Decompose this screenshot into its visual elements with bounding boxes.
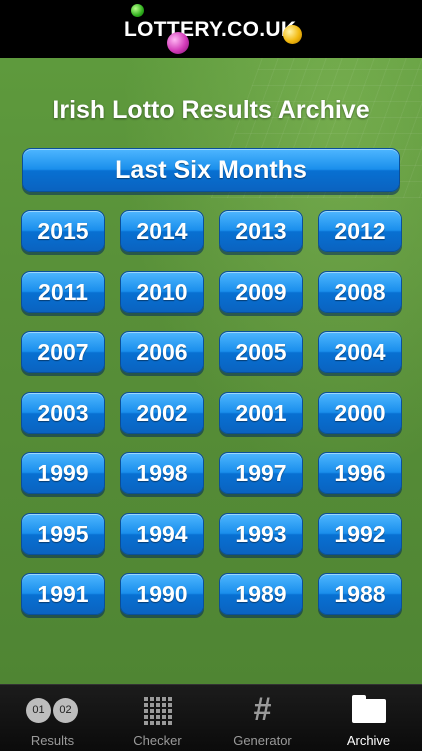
tab-bar: 01 02 Results Checker # Generator Archiv… bbox=[0, 684, 422, 751]
year-button-2006[interactable]: 2006 bbox=[120, 331, 204, 373]
year-button-2011[interactable]: 2011 bbox=[21, 271, 105, 313]
number-ball-icon: 02 bbox=[53, 698, 78, 723]
tab-generator-label: Generator bbox=[233, 733, 292, 748]
archive-screen: Irish Lotto Results Archive Last Six Mon… bbox=[0, 58, 422, 684]
tab-archive-label: Archive bbox=[346, 733, 391, 748]
tab-results-label: Results bbox=[30, 733, 75, 748]
hash-icon: # bbox=[253, 691, 272, 727]
year-button-2007[interactable]: 2007 bbox=[21, 331, 105, 373]
year-button-1999[interactable]: 1999 bbox=[21, 452, 105, 494]
year-button-1993[interactable]: 1993 bbox=[219, 513, 303, 555]
year-button-2009[interactable]: 2009 bbox=[219, 271, 303, 313]
last-six-months-button[interactable]: Last Six Months bbox=[22, 148, 400, 192]
year-button-2014[interactable]: 2014 bbox=[120, 210, 204, 252]
green-ball-icon bbox=[131, 4, 144, 17]
year-button-2004[interactable]: 2004 bbox=[318, 331, 402, 373]
yellow-ball-icon bbox=[283, 25, 302, 44]
number-ball-icon: 01 bbox=[26, 698, 51, 723]
year-button-1997[interactable]: 1997 bbox=[219, 452, 303, 494]
grid-icon bbox=[144, 697, 172, 725]
year-button-2010[interactable]: 2010 bbox=[120, 271, 204, 313]
year-button-2005[interactable]: 2005 bbox=[219, 331, 303, 373]
tab-results[interactable]: 01 02 Results bbox=[0, 685, 105, 751]
year-button-2002[interactable]: 2002 bbox=[120, 392, 204, 434]
logo-text: LOTTERY.CO.UK bbox=[124, 18, 297, 41]
year-button-2015[interactable]: 2015 bbox=[21, 210, 105, 252]
year-button-1998[interactable]: 1998 bbox=[120, 452, 204, 494]
page-title: Irish Lotto Results Archive bbox=[52, 96, 370, 124]
app-header: LOTTERY.CO.UK bbox=[0, 0, 422, 58]
year-button-1991[interactable]: 1991 bbox=[21, 573, 105, 615]
tab-generator[interactable]: # Generator bbox=[210, 685, 315, 751]
year-button-1996[interactable]: 1996 bbox=[318, 452, 402, 494]
tab-checker[interactable]: Checker bbox=[105, 685, 210, 751]
year-button-1992[interactable]: 1992 bbox=[318, 513, 402, 555]
tab-checker-label: Checker bbox=[133, 733, 182, 748]
folder-icon bbox=[352, 695, 386, 723]
year-button-1995[interactable]: 1995 bbox=[21, 513, 105, 555]
tab-archive[interactable]: Archive bbox=[316, 685, 421, 751]
year-button-1989[interactable]: 1989 bbox=[219, 573, 303, 615]
year-button-2012[interactable]: 2012 bbox=[318, 210, 402, 252]
year-button-2013[interactable]: 2013 bbox=[219, 210, 303, 252]
year-button-2000[interactable]: 2000 bbox=[318, 392, 402, 434]
year-button-2003[interactable]: 2003 bbox=[21, 392, 105, 434]
year-button-2001[interactable]: 2001 bbox=[219, 392, 303, 434]
year-button-1994[interactable]: 1994 bbox=[120, 513, 204, 555]
year-button-2008[interactable]: 2008 bbox=[318, 271, 402, 313]
year-button-1990[interactable]: 1990 bbox=[120, 573, 204, 615]
year-button-1988[interactable]: 1988 bbox=[318, 573, 402, 615]
pink-ball-icon bbox=[167, 32, 189, 54]
